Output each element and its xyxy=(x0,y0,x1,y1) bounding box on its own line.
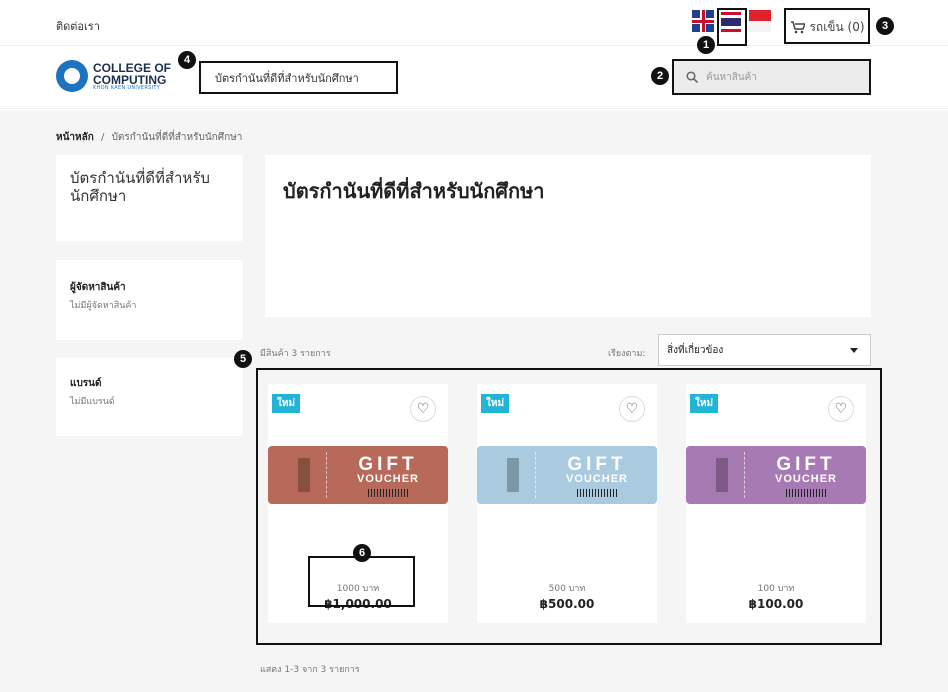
annotation-marker-2: 2 xyxy=(651,67,669,85)
voucher-line-2: VOUCHER xyxy=(356,473,419,485)
sidebar-category-box: บัตรกำนันที่ดีที่สำหรับนักศึกษา xyxy=(56,155,243,241)
gift-voucher-image[interactable]: GIFT VOUCHER xyxy=(686,446,866,504)
heart-icon[interactable]: ♡ xyxy=(619,396,645,422)
indonesia-flag-icon[interactable] xyxy=(749,10,771,32)
breadcrumb-current: บัตรกำนันที่ดีที่สำหรับนักศึกษา xyxy=(111,132,243,143)
product-card[interactable]: ใหม่ ♡ GIFT VOUCHER 100 บาท ฿100.00 xyxy=(686,384,866,623)
chevron-down-icon xyxy=(850,348,858,353)
annotation-marker-5: 5 xyxy=(234,350,252,368)
supplier-heading: ผู้จัดหาสินค้า xyxy=(70,282,126,293)
new-badge: ใหม่ xyxy=(272,394,301,413)
annotation-marker-6: 6 xyxy=(353,544,371,562)
uk-flag-icon[interactable] xyxy=(692,10,714,32)
brand-heading: แบรนด์ xyxy=(70,378,102,389)
pagination-note: แสดง 1-3 จาก 3 รายการ xyxy=(260,665,360,675)
voucher-line-1: GIFT xyxy=(358,454,418,475)
breadcrumb-separator: / xyxy=(101,132,105,143)
search-box[interactable]: ค้นหาสินค้า xyxy=(672,59,871,95)
top-bar: ติดต่อเรา รถเข็น (0) xyxy=(0,0,948,46)
highlight-box-6 xyxy=(308,556,415,607)
college-logo[interactable]: COLLEGE OF COMPUTING KHON KAEN UNIVERSIT… xyxy=(56,58,171,94)
logo-line-3: KHON KAEN UNIVERSITY xyxy=(93,84,161,91)
sidebar-category-title: บัตรกำนันที่ดีที่สำหรับนักศึกษา xyxy=(70,169,210,205)
page-body: หน้าหลัก / บัตรกำนันที่ดีที่สำหรับนักศึก… xyxy=(0,110,948,692)
heart-icon[interactable]: ♡ xyxy=(410,396,436,422)
breadcrumb: หน้าหลัก / บัตรกำนันที่ดีที่สำหรับนักศึก… xyxy=(56,130,242,145)
logo-line-1: COLLEGE OF xyxy=(93,60,171,75)
voucher-line-1: GIFT xyxy=(567,454,627,475)
annotation-marker-4: 4 xyxy=(178,51,196,69)
product-name[interactable]: 100 บาท xyxy=(686,581,866,595)
highlight-box-1 xyxy=(717,8,747,46)
category-header: บัตรกำนันที่ดีที่สำหรับนักศึกษา xyxy=(265,155,871,317)
product-price: ฿500.00 xyxy=(539,597,595,611)
contact-link[interactable]: ติดต่อเรา xyxy=(56,17,100,35)
page-title: บัตรกำนันที่ดีที่สำหรับนักศึกษา xyxy=(283,179,545,203)
heart-icon[interactable]: ♡ xyxy=(828,396,854,422)
brand-text: ไม่มีแบรนด์ xyxy=(70,397,115,407)
supplier-text: ไม่มีผู้จัดหาสินค้า xyxy=(70,301,137,311)
logo-line-2: COMPUTING xyxy=(93,72,167,87)
gift-voucher-image[interactable]: GIFT VOUCHER xyxy=(268,446,448,504)
search-input[interactable]: ค้นหาสินค้า xyxy=(706,70,757,85)
sort-label: เรียงตาม: xyxy=(608,349,646,359)
sort-select[interactable]: สิ่งที่เกี่ยวข้อง xyxy=(658,334,871,366)
voucher-line-2: VOUCHER xyxy=(565,473,628,485)
product-count: มีสินค้า 3 รายการ xyxy=(260,349,331,359)
new-badge: ใหม่ xyxy=(690,394,719,413)
annotation-marker-1: 1 xyxy=(697,36,715,54)
product-card[interactable]: ใหม่ ♡ GIFT VOUCHER 500 บาท ฿500.00 xyxy=(477,384,657,623)
voucher-line-2: VOUCHER xyxy=(774,473,837,485)
breadcrumb-home[interactable]: หน้าหลัก xyxy=(56,132,94,143)
voucher-line-1: GIFT xyxy=(776,454,836,475)
sidebar-supplier-box: ผู้จัดหาสินค้า ไม่มีผู้จัดหาสินค้า xyxy=(56,260,243,340)
gift-voucher-image[interactable]: GIFT VOUCHER xyxy=(477,446,657,504)
product-grid: ใหม่ ♡ GIFT VOUCHER 1000 บาท ฿1,000.00 ใ… xyxy=(256,368,882,645)
sort-value: สิ่งที่เกี่ยวข้อง xyxy=(667,344,724,356)
new-badge: ใหม่ xyxy=(481,394,510,413)
search-icon xyxy=(686,71,698,83)
logo-mark-icon xyxy=(56,60,88,92)
highlight-box-3 xyxy=(784,8,870,44)
product-name[interactable]: 500 บาท xyxy=(477,581,657,595)
annotation-marker-3: 3 xyxy=(876,17,894,35)
category-menu-link[interactable]: บัตรกำนันที่ดีที่สำหรับนักศึกษา xyxy=(199,61,398,94)
product-price: ฿100.00 xyxy=(748,597,804,611)
sidebar-brand-box: แบรนด์ ไม่มีแบรนด์ xyxy=(56,358,243,436)
